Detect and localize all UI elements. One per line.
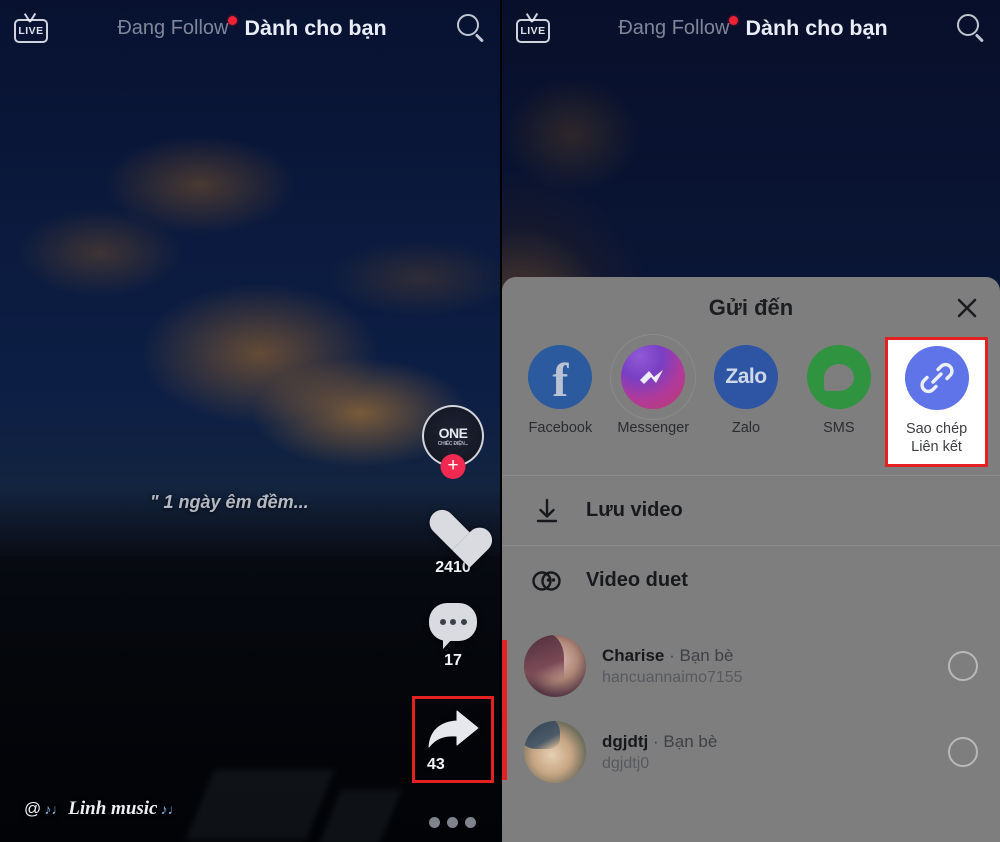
sms-icon [806,345,871,409]
dual-screenshot: LIVE Đang Follow Dành cho bạn ONE CHIẾC … [0,0,1000,842]
tab-for-you[interactable]: Dành cho bạn [245,16,387,41]
top-navigation-bar: LIVE Đang Follow Dành cho bạn [0,0,500,56]
share-target-copy-link[interactable]: Sao chép Liên kết [885,337,988,468]
contact-avatar [524,635,586,697]
video-caption: " 1 ngày êm đềm... [150,492,309,512]
share-sheet: Gửi đến f Facebook Messenger Zalo Zalo S… [502,277,1000,842]
share-button[interactable]: 43 [412,696,494,783]
live-icon[interactable]: LIVE [14,12,48,43]
share-sheet-title: Gửi đến [708,295,794,320]
live-icon-label: LIVE [18,25,44,37]
contact-relation: Bạn bè [679,645,734,665]
comment-bubble-icon [429,603,477,649]
avatar[interactable]: ONE CHIẾC ĐIỆN... + [422,405,484,479]
list-item[interactable]: Charise · Bạn bè hancuannaimo7155 [502,623,1000,709]
contact-info: dgjdtj · Bạn bè dgjdtj0 [602,731,932,774]
page-indicator-dots [429,817,476,828]
share-target-label: Sao chép Liên kết [905,421,968,456]
share-target-label: Zalo [731,420,761,436]
contact-handle: dgjdtj0 [602,755,650,773]
contact-select-radio[interactable] [948,737,978,767]
at-symbol: @ [24,799,42,818]
messenger-icon [610,334,697,420]
tab-for-you-label: Dành cho bạn [244,15,387,40]
right-phone-panel: LIVE Đang Follow Dành cho bạn Gửi đến f … [500,0,1000,842]
share-button-highlight: 43 [412,696,494,783]
live-icon-label: LIVE [520,25,546,37]
tab-following[interactable]: Đang Follow [618,15,738,40]
zalo-icon: Zalo [713,345,778,409]
tab-following[interactable]: Đang Follow [117,15,237,40]
download-icon [530,494,564,528]
action-rail: ONE CHIẾC ĐIỆN... + 2410 17 43 [412,405,494,809]
link-icon [904,346,969,410]
share-target-facebook[interactable]: f Facebook [514,339,607,437]
highlight-edge-marker [502,640,507,780]
share-target-label: Messenger [617,420,690,436]
sheet-row-label: Lưu video [586,499,683,521]
top-navigation-bar: LIVE Đang Follow Dành cho bạn [502,0,1000,56]
notification-dot-icon [728,15,738,25]
sheet-row-save-video[interactable]: Lưu video [502,475,1000,545]
music-note-icon-left: ♪♩ [44,801,66,817]
like-button[interactable]: 2410 [429,511,477,577]
facebook-icon: f [528,345,593,409]
music-note-icon-right: ♪♩ [160,801,182,817]
contact-info: Charise · Bạn bè hancuannaimo7155 [602,645,932,688]
left-phone-panel: LIVE Đang Follow Dành cho bạn ONE CHIẾC … [0,0,500,842]
follow-button[interactable]: + [440,454,466,479]
contact-list: Charise · Bạn bè hancuannaimo7155 dgjdtj… [502,615,1000,795]
contact-name: dgjdtj [602,731,649,751]
comment-button[interactable]: 17 [429,603,477,670]
search-icon[interactable] [456,13,486,43]
avatar-brand-subtext: CHIẾC ĐIỆN... [437,440,469,447]
share-target-zalo[interactable]: Zalo Zalo [700,339,793,437]
contact-avatar [524,721,586,783]
video-author[interactable]: @ ♪♩ Linh music ♪♩ [24,798,182,820]
contact-separator: · [669,645,675,665]
share-arrow-icon [428,710,479,748]
nav-tabs: Đang Follow Dành cho bạn [550,15,956,41]
duet-icon [530,564,564,598]
avatar-brand-text: ONE [438,424,468,441]
comment-count: 17 [444,652,462,669]
share-target-label: Facebook [528,420,593,436]
search-icon[interactable] [956,13,986,43]
video-author-name: Linh music [68,798,158,819]
tab-for-you[interactable]: Dành cho bạn [746,16,888,41]
contact-relation: Bạn bè [663,731,718,751]
nav-tabs: Đang Follow Dành cho bạn [48,15,456,41]
share-targets-row: f Facebook Messenger Zalo Zalo SMS Sao c… [502,334,1000,475]
tab-following-label: Đang Follow [117,16,229,39]
contact-name: Charise [602,645,665,665]
share-target-sms[interactable]: SMS [792,339,885,437]
contact-handle: hancuannaimo7155 [602,669,743,687]
share-target-label: SMS [823,420,855,436]
tab-following-label: Đang Follow [618,16,730,39]
share-sheet-header: Gửi đến [502,277,1000,339]
tab-for-you-label: Dành cho bạn [745,15,888,40]
close-icon[interactable] [954,295,980,321]
list-item[interactable]: dgjdtj · Bạn bè dgjdtj0 [502,709,1000,795]
share-target-messenger[interactable]: Messenger [607,334,700,437]
live-icon[interactable]: LIVE [516,12,550,43]
contact-select-radio[interactable] [948,651,978,681]
sheet-row-label: Video duet [586,569,688,591]
contact-separator: · [653,731,659,751]
sheet-row-video-duet[interactable]: Video duet [502,545,1000,615]
notification-dot-icon [227,15,237,25]
heart-icon [429,511,477,554]
share-count: 43 [427,756,445,773]
plus-icon: + [447,455,459,476]
